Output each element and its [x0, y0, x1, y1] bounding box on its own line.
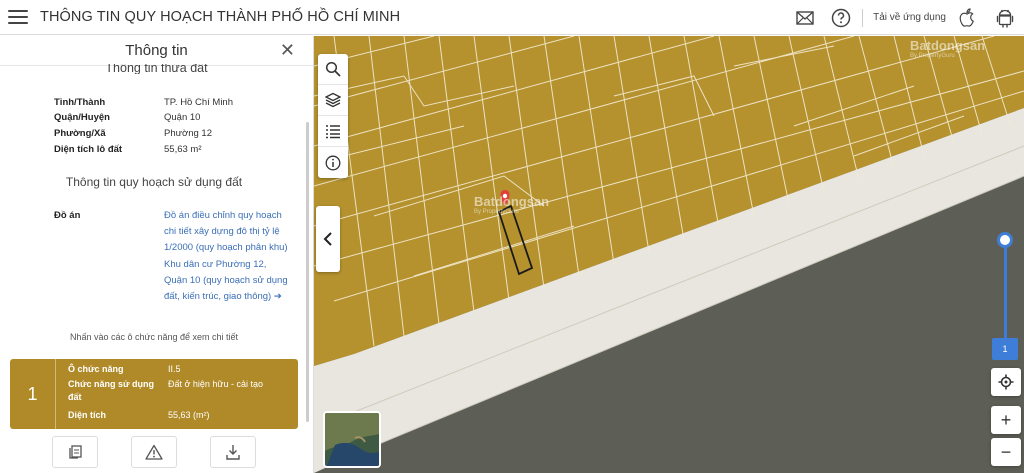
crosshair-icon — [998, 374, 1014, 390]
info-value: 55,63 m² — [164, 144, 202, 155]
info-panel: Thông tin ✕ Thông tin thửa đất Tỉnh/Thàn… — [0, 36, 314, 473]
info-label: Tỉnh/Thành — [54, 97, 106, 108]
info-button[interactable] — [318, 147, 348, 178]
info-label: Diện tích lô đất — [54, 144, 123, 155]
function-cell-card[interactable]: 1 Ô chức năng II.5 Chức năng sử dụng đất… — [10, 359, 298, 429]
project-label: Đồ án — [54, 210, 81, 221]
planning-section-title: Thông tin quy hoạch sử dụng đất — [65, 175, 243, 189]
info-label: Phường/Xã — [54, 128, 106, 139]
function-value: Đất ở hiện hữu - cải tạo — [168, 379, 263, 389]
copy-icon — [69, 445, 82, 459]
info-value: Quận 10 — [164, 112, 201, 123]
close-icon[interactable]: ✕ — [280, 41, 295, 59]
locate-button[interactable] — [991, 368, 1021, 396]
info-value: Phường 12 — [164, 128, 212, 139]
report-button[interactable] — [130, 436, 177, 468]
map-base-layer — [314, 36, 1024, 473]
warning-icon — [145, 444, 163, 460]
top-bar: THÔNG TIN QUY HOẠCH THÀNH PHỐ HỒ CHÍ MIN… — [0, 0, 1024, 35]
zoom-slider-handle[interactable] — [997, 232, 1013, 248]
info-row-ward: Phường/Xã Phường 12 — [54, 128, 212, 139]
function-row-land-use: Chức năng sử dụng đất Đất ở hiện hữu - c… — [68, 378, 293, 404]
copy-button[interactable] — [51, 436, 98, 468]
app-title: THÔNG TIN QUY HOẠCH THÀNH PHỐ HỒ CHÍ MIN… — [40, 9, 401, 25]
menu-icon[interactable] — [8, 10, 28, 24]
info-label: Quận/Huyện — [54, 112, 110, 123]
function-label: Ô chức năng — [68, 364, 124, 374]
layers-icon — [325, 92, 341, 108]
satellite-thumbnail — [325, 413, 379, 466]
function-row-area: Diện tích 55,63 (m²) — [68, 409, 293, 422]
download-icon — [226, 445, 241, 460]
android-icon[interactable] — [994, 7, 1016, 29]
zoom-slider-track[interactable] — [1004, 238, 1007, 340]
map-toolbar — [318, 54, 348, 178]
apple-icon[interactable] — [956, 7, 978, 29]
chevron-left-icon — [323, 232, 332, 246]
info-row-province: Tỉnh/Thành TP. Hồ Chí Minh — [54, 97, 233, 108]
project-link[interactable]: Đồ án điều chỉnh quy hoạch chi tiết xây … — [164, 208, 292, 305]
watermark-sub: By PropertyGuru — [910, 53, 955, 59]
function-label: Chức năng sử dụng đất — [68, 379, 155, 402]
parcel-section-title: Thông tin thửa đất — [105, 64, 208, 74]
function-value: 55,63 (m²) — [168, 410, 210, 420]
watermark-brand: Batdongsan — [474, 194, 550, 209]
minimap-thumbnail[interactable] — [323, 411, 381, 468]
download-app-label: Tải về ứng dụng — [873, 12, 946, 23]
zoom-in-button[interactable]: + — [991, 406, 1021, 434]
panel-title: Thông tin — [125, 42, 188, 59]
panel-header: Thông tin ✕ — [0, 36, 313, 66]
watermark-sub: By PropertyGuru — [474, 209, 519, 215]
divider — [862, 8, 864, 27]
panel-actions — [0, 431, 308, 473]
info-icon — [325, 155, 341, 170]
zoom-out-button[interactable]: − — [991, 438, 1021, 466]
top-right-actions: Tải về ứng dụng — [794, 0, 1016, 35]
search-icon — [325, 61, 341, 77]
help-icon[interactable] — [830, 7, 852, 29]
mail-icon[interactable] — [794, 7, 816, 29]
panel-scrollbar[interactable] — [306, 122, 309, 422]
function-cell-number: 1 — [10, 359, 56, 429]
watermark-center: Batdongsan By PropertyGuru — [474, 194, 549, 215]
watermark-brand: Batdongsan — [910, 38, 986, 53]
list-icon — [326, 125, 340, 139]
map-canvas[interactable]: Batdongsan By PropertyGuru Batdongsan By… — [314, 36, 1024, 473]
info-row-area: Diện tích lô đất 55,63 m² — [54, 144, 202, 155]
watermark: Batdongsan By PropertyGuru — [910, 38, 985, 59]
function-label: Diện tích — [68, 410, 107, 420]
function-value: II.5 — [168, 364, 181, 374]
search-button[interactable] — [318, 54, 348, 85]
zoom-level-badge: 1 — [992, 338, 1018, 360]
function-row-cell: Ô chức năng II.5 — [68, 363, 293, 376]
legend-button[interactable] — [318, 116, 348, 147]
info-row-district: Quận/Huyện Quận 10 — [54, 112, 200, 123]
layers-button[interactable] — [318, 85, 348, 116]
info-value: TP. Hồ Chí Minh — [164, 97, 233, 108]
collapse-panel-button[interactable] — [316, 206, 340, 272]
hint-text: Nhấn vào các ô chức năng để xem chi tiết — [69, 332, 239, 342]
download-button[interactable] — [210, 436, 257, 468]
